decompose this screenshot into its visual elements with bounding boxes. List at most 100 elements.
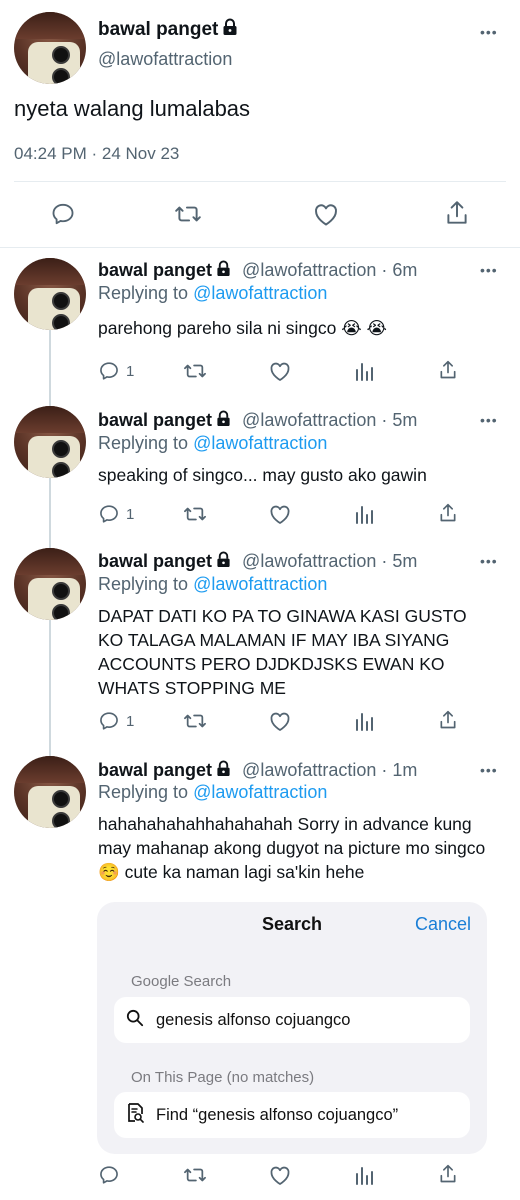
reply-button[interactable] [50, 201, 76, 227]
reply-text: hahahahahahhahahahah Sorry in advance ku… [98, 814, 486, 882]
share-button[interactable] [438, 708, 458, 732]
replying-to-link[interactable]: @lawofattraction [193, 574, 327, 594]
reply-icon [98, 503, 120, 525]
avatar[interactable] [14, 12, 86, 84]
share-icon [444, 199, 470, 227]
find-in-page-icon [126, 1102, 144, 1128]
display-name[interactable]: bawal panget [98, 260, 212, 280]
retweet-icon [183, 503, 207, 525]
reply-icon [98, 360, 120, 382]
replying-prefix: Replying to [98, 433, 189, 453]
reply-time[interactable]: · 5m [381, 410, 417, 430]
reply-button[interactable]: 1 [98, 503, 134, 525]
google-query-text: genesis alfonso cojuangco [156, 1010, 351, 1029]
find-on-page-row[interactable]: Find “genesis alfonso cojuangco” [114, 1092, 470, 1138]
views-button[interactable] [354, 503, 374, 525]
tweet-timestamp[interactable]: 04:24 PM · 24 Nov 23 [14, 144, 179, 164]
replying-to: Replying to @lawofattraction [98, 433, 327, 454]
reply-count: 1 [126, 712, 135, 730]
replying-to-link[interactable]: @lawofattraction [193, 433, 327, 453]
retweet-button[interactable] [183, 360, 207, 382]
google-search-suggestion[interactable]: genesis alfonso cojuangco [114, 997, 470, 1043]
reply-text: parehong pareho sila ni singco 😭 😭 [98, 318, 387, 338]
divider [14, 181, 506, 182]
share-button[interactable] [438, 358, 458, 382]
like-button[interactable] [312, 201, 340, 227]
more-icon[interactable]: ••• [480, 262, 498, 278]
reply-count: 1 [126, 505, 135, 523]
reply-button[interactable]: 1 [98, 360, 134, 382]
reply-header: bawal panget @lawofattraction · 6m [98, 260, 417, 282]
search-sheet: Search Cancel Google Search genesis alfo… [97, 902, 487, 1154]
retweet-button[interactable] [183, 710, 207, 732]
display-name[interactable]: bawal panget [98, 410, 212, 430]
retweet-button[interactable] [183, 1164, 207, 1186]
reply-time[interactable]: · 1m [381, 760, 417, 780]
handle[interactable]: @lawofattraction [242, 260, 376, 280]
replying-to-link[interactable]: @lawofattraction [193, 782, 327, 802]
reply-text: speaking of singco... may gusto ako gawi… [98, 465, 427, 485]
views-icon [354, 503, 374, 525]
replying-to-link[interactable]: @lawofattraction [193, 283, 327, 303]
avatar[interactable] [14, 258, 86, 330]
replying-to: Replying to @lawofattraction [98, 574, 327, 595]
retweet-icon [174, 201, 202, 227]
share-button[interactable] [444, 199, 470, 227]
retweet-icon [183, 1164, 207, 1186]
cancel-button[interactable]: Cancel [415, 914, 471, 935]
thread-line [49, 478, 51, 548]
avatar[interactable] [14, 548, 86, 620]
lock-icon [222, 18, 238, 42]
reply-header: bawal panget @lawofattraction · 5m [98, 410, 417, 432]
reply-count: 1 [126, 362, 135, 380]
reply-header: bawal panget @lawofattraction · 5m [98, 551, 417, 573]
reply-icon [50, 201, 76, 227]
on-page-section-label: On This Page (no matches) [131, 1069, 315, 1086]
more-icon[interactable]: ••• [480, 553, 498, 569]
views-button[interactable] [354, 360, 374, 382]
reply-time[interactable]: · 6m [381, 260, 417, 280]
thread-line [49, 330, 51, 410]
views-icon [354, 1164, 374, 1186]
more-icon[interactable]: ••• [480, 412, 498, 428]
display-name[interactable]: bawal panget [98, 760, 212, 780]
replying-prefix: Replying to [98, 574, 189, 594]
retweet-button[interactable] [183, 503, 207, 525]
views-button[interactable] [354, 710, 374, 732]
like-button[interactable] [268, 710, 292, 732]
handle[interactable]: @lawofattraction [242, 410, 376, 430]
share-button[interactable] [438, 501, 458, 525]
display-name[interactable]: bawal panget [98, 551, 212, 571]
handle[interactable]: @lawofattraction [242, 551, 376, 571]
views-button[interactable] [354, 1164, 374, 1186]
like-button[interactable] [268, 1164, 292, 1186]
like-icon [312, 201, 340, 227]
more-icon[interactable]: ••• [480, 762, 498, 778]
more-icon[interactable]: ••• [480, 24, 498, 40]
like-button[interactable] [268, 360, 292, 382]
display-name-text[interactable]: bawal panget [98, 19, 218, 40]
retweet-button[interactable] [174, 201, 202, 227]
replying-to: Replying to @lawofattraction [98, 782, 327, 803]
share-icon [438, 501, 458, 525]
like-icon [268, 1164, 292, 1186]
like-button[interactable] [268, 503, 292, 525]
replying-prefix: Replying to [98, 782, 189, 802]
reply-icon [98, 1164, 120, 1186]
handle[interactable]: @lawofattraction [242, 760, 376, 780]
reply-time[interactable]: · 5m [381, 551, 417, 571]
find-label: Find “genesis alfonso cojuangco” [156, 1105, 399, 1124]
reply-text: DAPAT DATI KO PA TO GINAWA KASI GUSTO KO… [98, 606, 467, 698]
reply-button[interactable] [98, 1164, 126, 1186]
retweet-icon [183, 360, 207, 382]
google-search-section-label: Google Search [131, 973, 232, 990]
avatar[interactable] [14, 406, 86, 478]
retweet-icon [183, 710, 207, 732]
avatar[interactable] [14, 756, 86, 828]
reply-button[interactable]: 1 [98, 710, 134, 732]
display-name[interactable]: bawal panget [98, 18, 238, 42]
handle[interactable]: @lawofattraction [98, 49, 232, 70]
views-icon [354, 710, 374, 732]
share-button[interactable] [438, 1162, 458, 1186]
replying-to: Replying to @lawofattraction [98, 283, 327, 304]
